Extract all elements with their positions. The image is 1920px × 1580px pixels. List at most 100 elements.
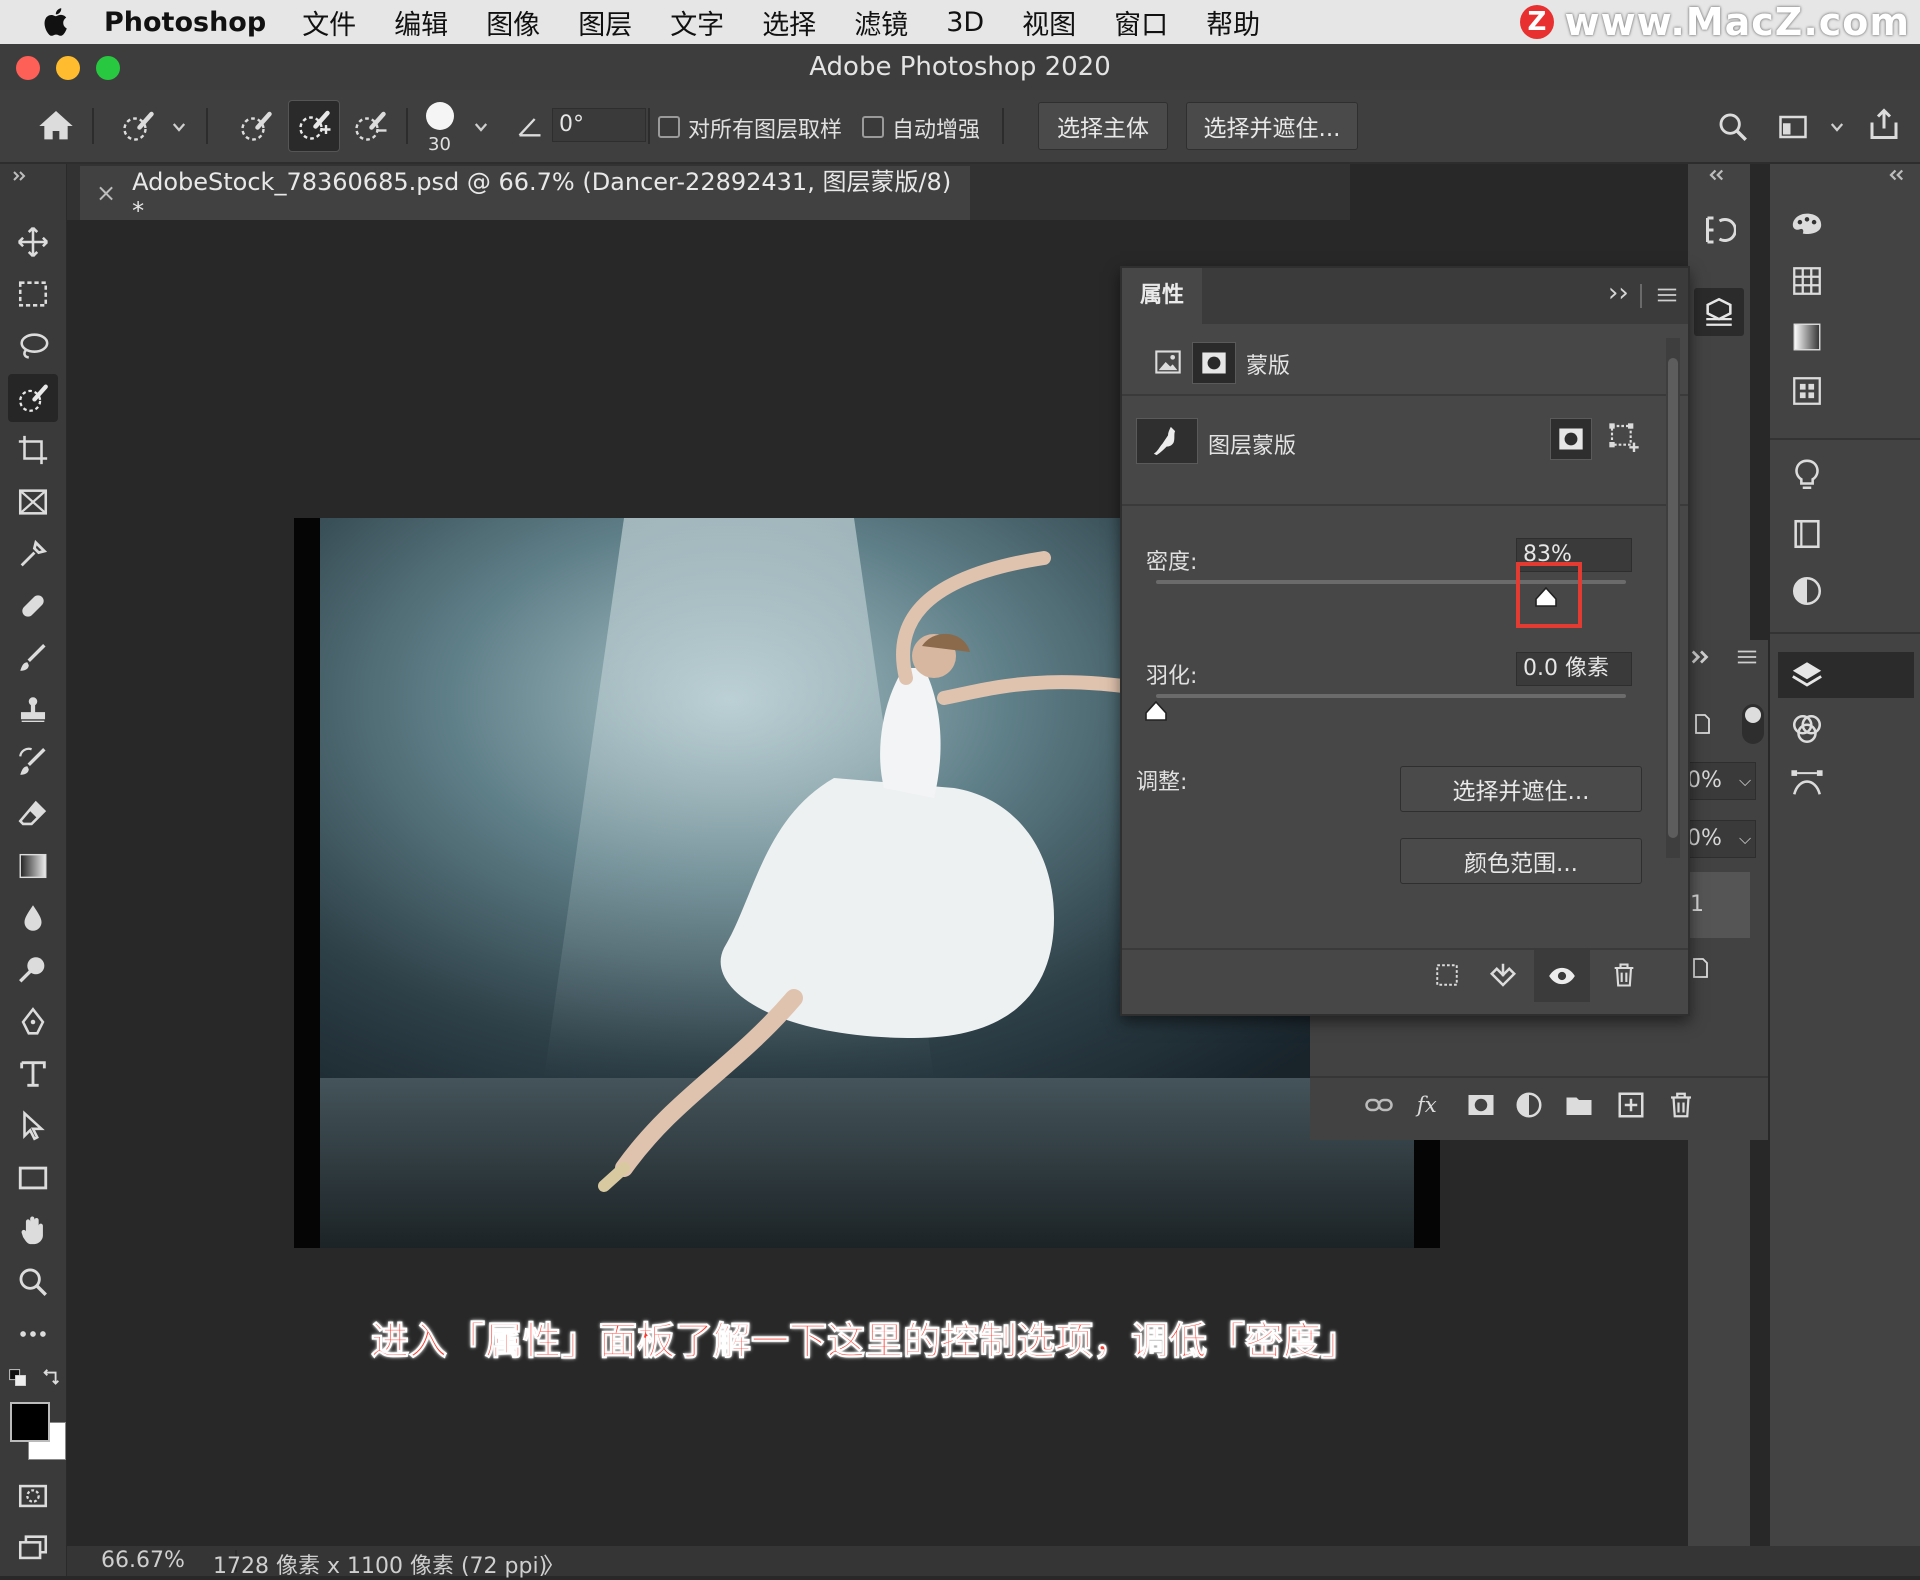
fill-input[interactable]: 0% ⌵ bbox=[1686, 820, 1756, 858]
scrollbar-thumb[interactable] bbox=[1668, 358, 1678, 838]
quick-mask-mode[interactable] bbox=[8, 1472, 58, 1520]
close-tab-icon[interactable]: × bbox=[96, 179, 116, 207]
workspace-icon[interactable] bbox=[1776, 112, 1810, 142]
feather-slider-track[interactable] bbox=[1156, 694, 1626, 698]
vector-mask-icon[interactable] bbox=[1608, 422, 1640, 454]
quick-select-preset-icon[interactable] bbox=[118, 108, 158, 144]
apple-icon[interactable] bbox=[40, 5, 74, 39]
add-to-selection-toggle[interactable] bbox=[288, 100, 340, 152]
blur-tool[interactable] bbox=[8, 894, 58, 942]
menu-help[interactable]: 帮助 bbox=[1206, 3, 1260, 42]
toggle-mask-visibility-button[interactable] bbox=[1534, 950, 1590, 1002]
document-tab[interactable]: × AdobeStock_78360685.psd @ 66.7% (Dance… bbox=[80, 166, 970, 225]
clone-stamp-tool[interactable] bbox=[8, 686, 58, 734]
rectangle-tool[interactable] bbox=[8, 1154, 58, 1202]
zoom-level[interactable]: 66.67% bbox=[101, 1548, 185, 1573]
pixel-layer-properties-icon[interactable] bbox=[1152, 348, 1184, 376]
libraries-panel-icon[interactable] bbox=[1790, 516, 1824, 552]
hand-tool[interactable] bbox=[8, 1206, 58, 1254]
select-subject-button[interactable]: 选择主体 bbox=[1038, 102, 1168, 150]
type-tool[interactable] bbox=[8, 1050, 58, 1098]
eyedropper-tool[interactable] bbox=[8, 530, 58, 578]
paths-panel-icon[interactable] bbox=[1790, 766, 1824, 800]
fx-icon[interactable]: fx bbox=[1414, 1088, 1448, 1122]
collapse-dock-icon[interactable] bbox=[1708, 168, 1726, 182]
search-icon[interactable] bbox=[1716, 110, 1750, 144]
subtract-selection-icon[interactable] bbox=[350, 108, 390, 144]
lock-toggle[interactable] bbox=[1742, 704, 1764, 744]
apply-mask-icon[interactable] bbox=[1488, 960, 1518, 990]
layer-mask-thumbnail[interactable] bbox=[1136, 418, 1198, 464]
trash-icon[interactable] bbox=[1666, 1090, 1696, 1120]
add-mask-icon[interactable] bbox=[1466, 1090, 1496, 1120]
zoom-tool[interactable] bbox=[8, 1258, 58, 1306]
frame-tool[interactable] bbox=[8, 478, 58, 526]
eraser-tool[interactable] bbox=[8, 790, 58, 838]
new-selection-icon[interactable] bbox=[236, 108, 276, 144]
menu-type[interactable]: 文字 bbox=[670, 3, 724, 42]
menu-layer[interactable]: 图层 bbox=[578, 3, 632, 42]
chevron-down-icon[interactable] bbox=[1828, 118, 1846, 136]
path-selection-tool[interactable] bbox=[8, 1102, 58, 1150]
link-layers-icon[interactable] bbox=[1362, 1090, 1396, 1120]
new-layer-icon[interactable] bbox=[1616, 1090, 1646, 1120]
swatches-panel-icon[interactable] bbox=[1790, 264, 1824, 298]
collapse-dock-icon[interactable] bbox=[1888, 168, 1906, 182]
channels-panel-icon[interactable] bbox=[1790, 712, 1824, 746]
menu-filter[interactable]: 滤镜 bbox=[854, 3, 908, 42]
chevron-down-icon[interactable] bbox=[170, 118, 188, 136]
healing-brush-tool[interactable] bbox=[8, 582, 58, 630]
brush-tool[interactable] bbox=[8, 634, 58, 682]
opacity-input[interactable]: 0% ⌵ bbox=[1686, 762, 1756, 800]
angle-input[interactable]: 0° bbox=[552, 108, 646, 142]
adjustments-panel-icon[interactable] bbox=[1790, 574, 1824, 608]
menu-view[interactable]: 视图 bbox=[1022, 3, 1076, 42]
layer-row[interactable]: 1 bbox=[1686, 872, 1750, 938]
collapse-panel-icon[interactable] bbox=[12, 170, 28, 182]
status-menu-arrow[interactable]: 〉 bbox=[543, 1548, 565, 1580]
feather-slider-thumb[interactable] bbox=[1144, 700, 1168, 722]
panel-menu-icon[interactable] bbox=[1656, 286, 1678, 304]
menu-app-name[interactable]: Photoshop bbox=[104, 7, 266, 38]
properties-tab[interactable]: 属性 bbox=[1122, 268, 1202, 324]
adjustment-layer-icon[interactable] bbox=[1514, 1090, 1544, 1120]
move-tool[interactable] bbox=[8, 218, 58, 266]
foreground-color-swatch[interactable] bbox=[10, 1402, 50, 1442]
menu-edit[interactable]: 编辑 bbox=[394, 3, 448, 42]
properties-panel-toggle[interactable] bbox=[1694, 288, 1744, 336]
screen-mode[interactable] bbox=[8, 1524, 58, 1572]
auto-enhance-checkbox[interactable] bbox=[862, 116, 884, 138]
mask-properties-toggle[interactable] bbox=[1192, 342, 1236, 384]
expand-icon[interactable]: ›› bbox=[1608, 278, 1629, 308]
marquee-tool[interactable] bbox=[8, 270, 58, 318]
menu-select[interactable]: 选择 bbox=[762, 3, 816, 42]
select-mask-button[interactable] bbox=[1550, 418, 1592, 460]
panel-scrollbar[interactable] bbox=[1666, 338, 1680, 858]
feather-input[interactable]: 0.0 像素 bbox=[1516, 652, 1632, 686]
zoom-window-button[interactable] bbox=[96, 56, 120, 80]
pen-tool[interactable] bbox=[8, 998, 58, 1046]
menu-window[interactable]: 窗口 bbox=[1114, 3, 1168, 42]
menu-3d[interactable]: 3D bbox=[946, 7, 984, 38]
share-icon[interactable] bbox=[1866, 106, 1902, 142]
menu-file[interactable]: 文件 bbox=[302, 3, 356, 42]
panel-menu-icon[interactable] bbox=[1736, 648, 1758, 666]
select-and-mask-panel-button[interactable]: 选择并遮住... bbox=[1400, 766, 1642, 812]
history-panel-icon[interactable] bbox=[1700, 212, 1736, 248]
sample-all-layers-checkbox[interactable] bbox=[658, 116, 680, 138]
home-icon[interactable] bbox=[36, 106, 76, 146]
chevron-down-icon[interactable] bbox=[472, 118, 490, 136]
select-and-mask-button[interactable]: 选择并遮住... bbox=[1186, 102, 1358, 150]
lock-pixels-icon[interactable] bbox=[1690, 710, 1714, 738]
menu-image[interactable]: 图像 bbox=[486, 3, 540, 42]
gradient-tool[interactable] bbox=[8, 842, 58, 890]
folder-icon[interactable] bbox=[1564, 1090, 1594, 1120]
gradients-panel-icon[interactable] bbox=[1790, 320, 1824, 354]
brush-size-preview[interactable] bbox=[426, 102, 454, 130]
learn-panel-icon[interactable] bbox=[1790, 456, 1824, 494]
color-range-button[interactable]: 颜色范围... bbox=[1400, 838, 1642, 884]
delete-mask-icon[interactable] bbox=[1610, 960, 1638, 990]
history-brush-tool[interactable] bbox=[8, 738, 58, 786]
close-window-button[interactable] bbox=[16, 56, 40, 80]
default-colors-icon[interactable] bbox=[8, 1368, 28, 1388]
